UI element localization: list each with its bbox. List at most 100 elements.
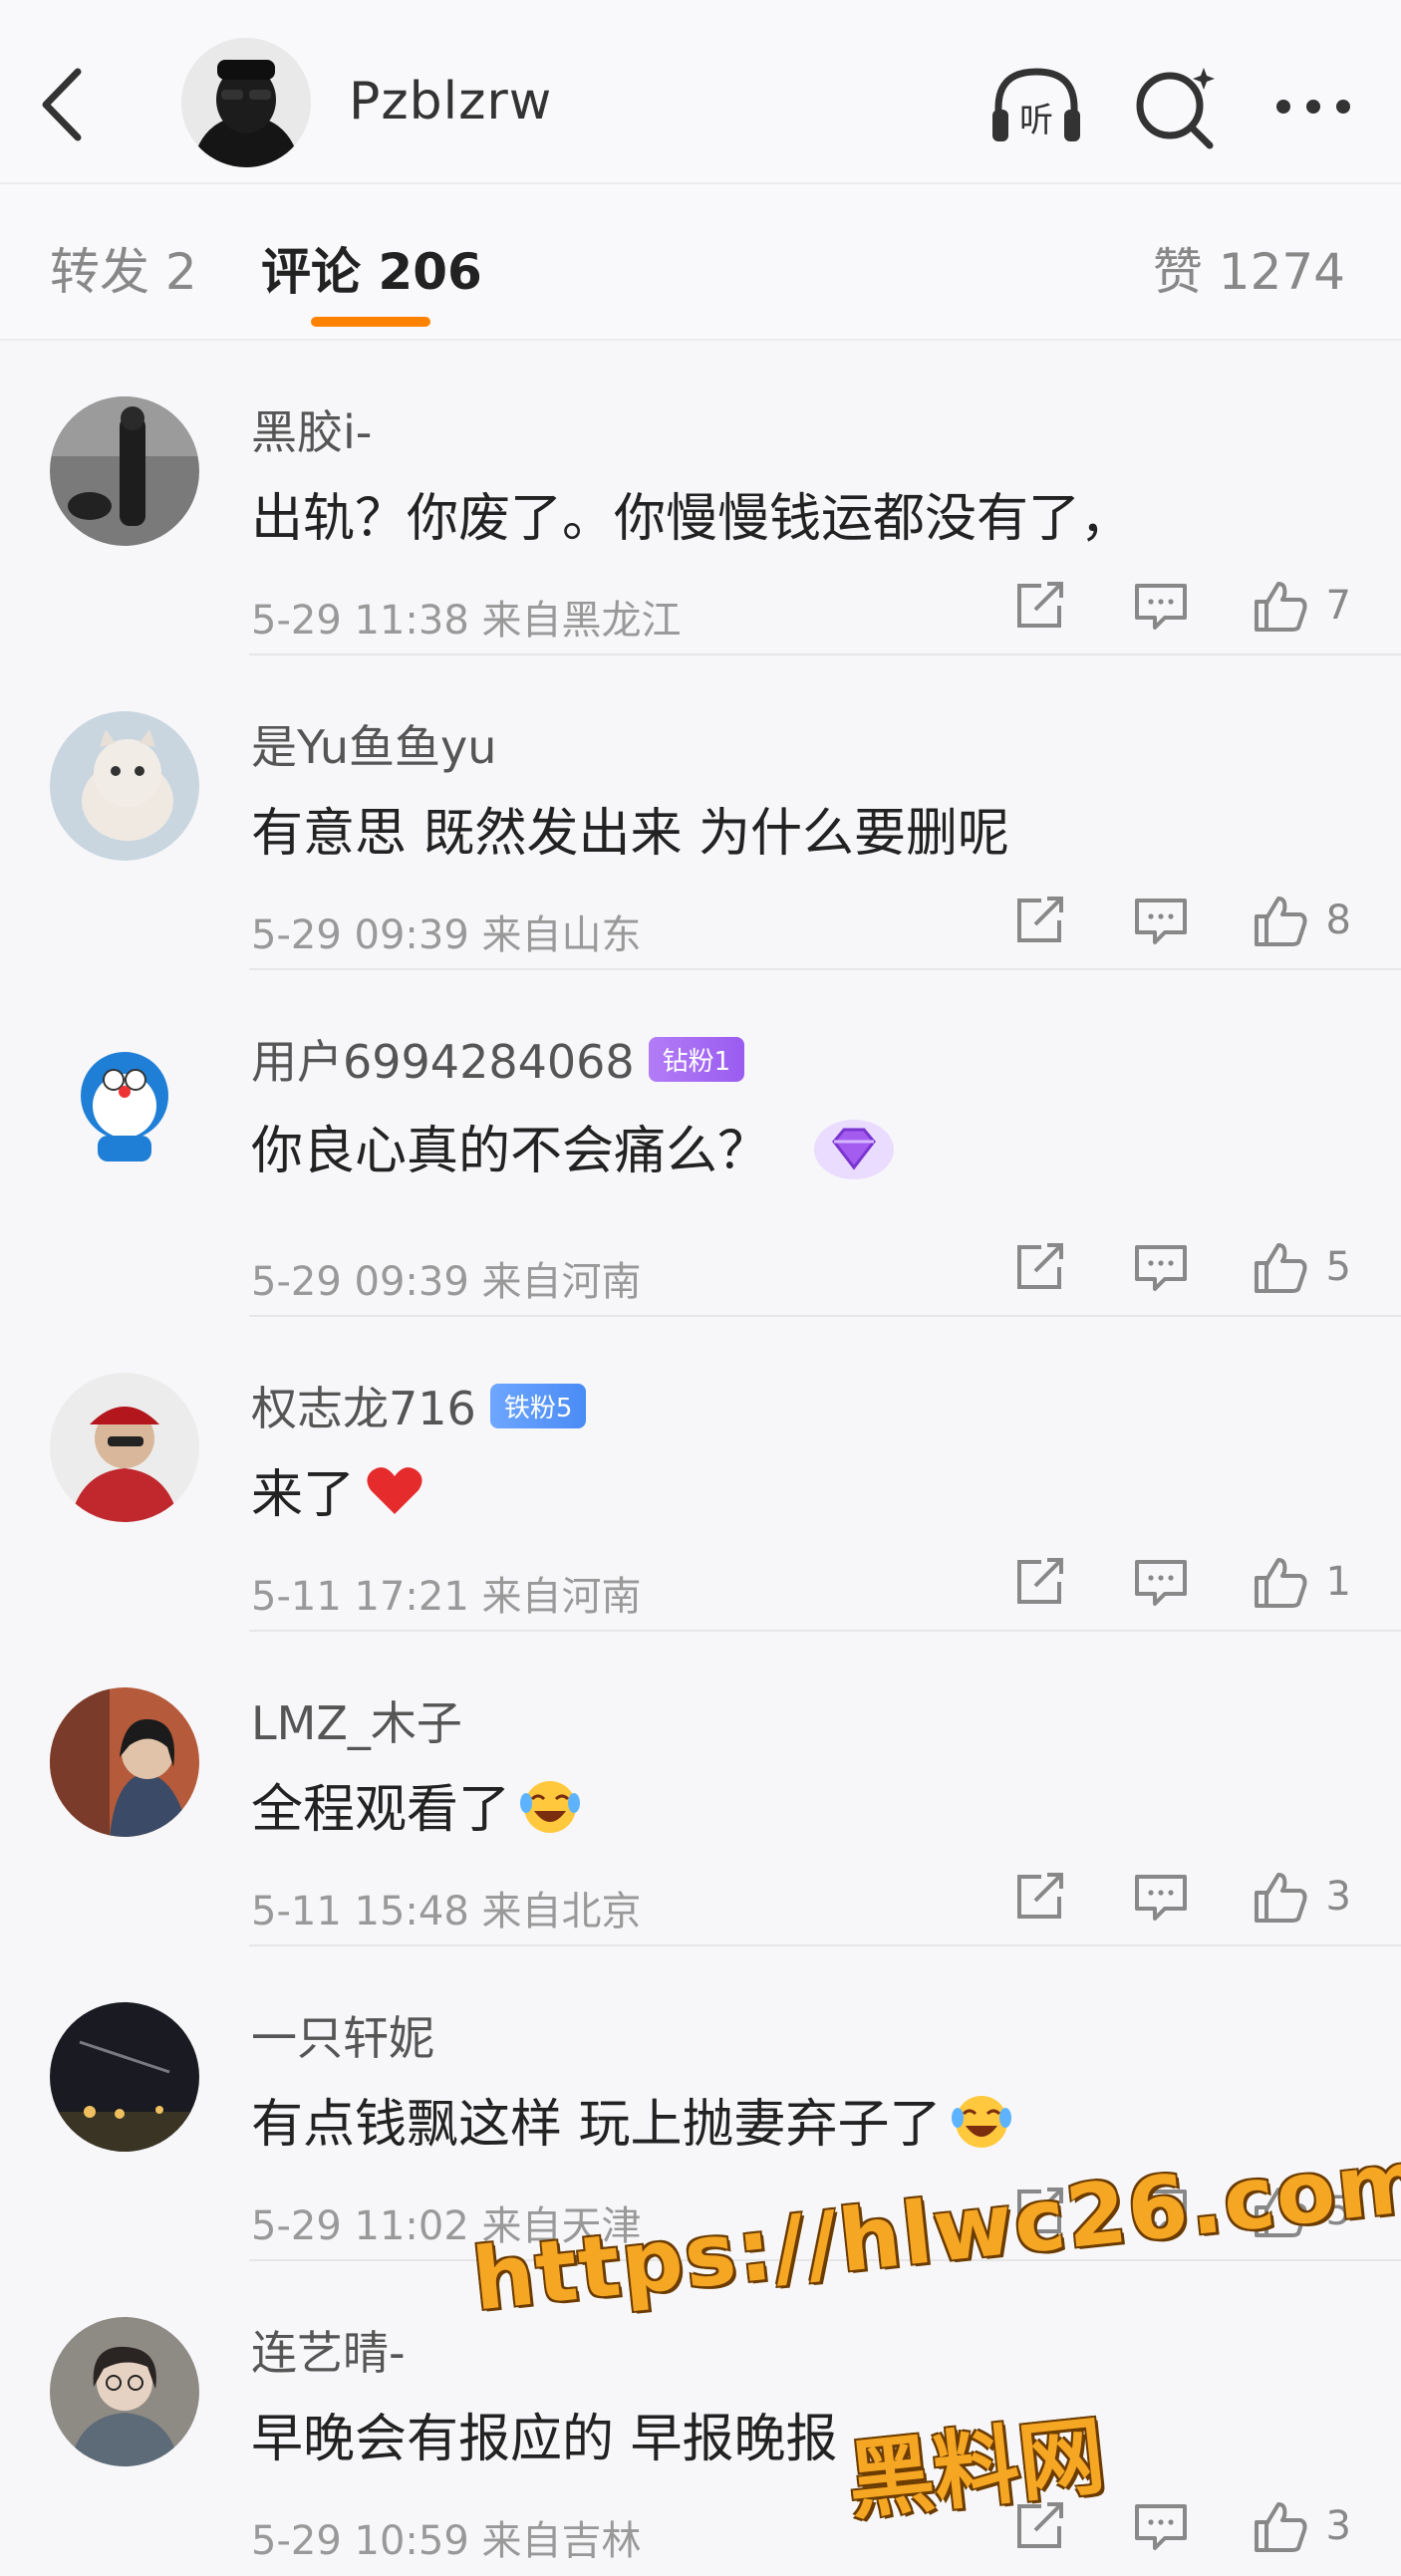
avatar[interactable] [50,2002,199,2152]
comment-tabs: 转发 2 评论 206 赞 1274 [0,184,1401,341]
more-icon [1276,100,1350,114]
reply-button[interactable] [1131,2184,1191,2239]
comment-username[interactable]: 黑胶i- [251,396,372,462]
reply-button[interactable] [1131,1869,1191,1925]
reply-button[interactable] [1131,1239,1191,1295]
reply-button[interactable] [1131,893,1191,948]
comment-item: 连艺晴- 早晚会有报应的 早报晚报 5-29 10:59 来自吉林 3 [0,2261,1401,2576]
reply-button[interactable] [1131,578,1191,634]
comment-list: 黑胶i- 出轨？你废了。你慢慢钱运都没有了， 5-29 11:38 来自黑龙江 … [0,341,1401,2576]
avatar[interactable] [50,396,199,546]
diamond-sticker-icon [809,1106,899,1185]
thumbs-up-icon [1254,1243,1307,1293]
comment-time: 5-29 10:59 [251,2518,469,2564]
comment-text: 来了 [251,1465,356,1525]
comment-location: 来自北京 [481,1889,642,1934]
share-icon [1016,897,1063,942]
back-button[interactable] [36,60,96,149]
like-button[interactable] [1251,578,1310,634]
comment-username[interactable]: 权志龙716 [251,1373,476,1438]
search-button[interactable] [1126,62,1226,151]
fan-badge[interactable]: 铁粉5 [489,1383,587,1428]
comment-text: 全程观看了 [251,1780,511,1840]
comment-icon [1134,1560,1187,1606]
avatar[interactable] [50,2317,199,2466]
share-icon [1016,1243,1063,1289]
reply-button[interactable] [1131,1554,1191,1610]
share-button[interactable] [1011,1869,1071,1925]
like-count: 3 [1325,1874,1351,1920]
like-button[interactable] [1251,1239,1310,1295]
comment-username[interactable]: 一只轩妮 [251,2002,434,2068]
comment-text: 出轨？你废了。你慢慢钱运都没有了， [251,489,1133,549]
thumbs-up-icon [1254,1558,1307,1608]
comment-time: 5-11 17:21 [251,1574,469,1620]
avatar[interactable] [50,711,199,861]
share-button[interactable] [1011,1554,1071,1610]
like-button[interactable] [1251,1554,1310,1610]
active-tab-indicator [311,317,430,327]
search-icon [1136,68,1215,149]
comment-text: 早晚会有报应的 早报晚报 [251,2410,838,2469]
comment-time: 5-29 09:39 [251,912,469,958]
comment-location: 来自山东 [481,912,642,958]
like-button[interactable] [1251,2184,1310,2239]
thumbs-up-icon [1254,1873,1307,1923]
like-count: 8 [1325,898,1351,943]
listen-label: 听 [1019,101,1053,140]
share-icon [1016,1558,1063,1604]
comment-text: 你良心真的不会痛么？ [251,1121,770,1181]
like-count: 7 [1325,583,1351,629]
share-button[interactable] [1011,893,1071,948]
comment-item: 是Yu鱼鱼yu 有意思 既然发出来 为什么要删呢 5-29 09:39 来自山东… [0,655,1401,970]
share-button[interactable] [1011,578,1071,634]
laugh-cry-emoji-icon [950,2088,1013,2152]
comment-text: 有点钱飘这样 玩上抛妻弃子了 [251,2095,942,2155]
fan-badge[interactable]: 钻粉1 [648,1036,745,1082]
share-button[interactable] [1011,1239,1071,1295]
like-button[interactable] [1251,2498,1310,2554]
comment-location: 来自河南 [481,1574,642,1620]
like-count: 5 [1325,2189,1351,2234]
listen-button[interactable]: 听 [986,62,1086,151]
more-button[interactable] [1263,62,1363,151]
share-button[interactable] [1011,2498,1071,2554]
poster-username[interactable]: Pzblzrw [349,72,552,131]
share-button[interactable] [1011,2184,1071,2239]
comment-username[interactable]: 用户6994284068 [251,1026,635,1092]
tab-likes[interactable]: 赞 1274 [1153,232,1345,304]
comment-location: 来自黑龙江 [481,598,682,644]
comment-item: 用户6994284068 钻粉1 你良心真的不会痛么？ 5-29 09:39 来… [0,970,1401,1317]
comment-item: 权志龙716 铁粉5 来了 5-11 17:21 来自河南 1 [0,1317,1401,1632]
top-bar: Pzblzrw 听 [0,0,1401,184]
share-icon [1016,1873,1063,1919]
like-count: 3 [1325,2503,1351,2549]
reply-button[interactable] [1131,2498,1191,2554]
thumbs-up-icon [1254,2502,1307,2552]
comment-text: 有意思 既然发出来 为什么要删呢 [251,804,1010,864]
poster-avatar[interactable] [181,38,311,167]
comment-icon [1134,1245,1187,1291]
tab-repost[interactable]: 转发 2 [50,232,197,304]
laugh-cry-emoji-icon [518,1773,582,1837]
comment-item: 黑胶i- 出轨？你废了。你慢慢钱运都没有了， 5-29 11:38 来自黑龙江 … [0,341,1401,655]
comment-icon [1134,2190,1187,2235]
avatar[interactable] [50,1026,199,1175]
listen-headphones-icon: 听 [992,68,1080,141]
like-button[interactable] [1251,1869,1310,1925]
comment-username[interactable]: 连艺晴- [251,2317,406,2383]
comment-username[interactable]: LMZ_木子 [251,1687,462,1753]
avatar[interactable] [50,1373,199,1522]
tab-comments[interactable]: 评论 206 [261,232,482,304]
share-icon [1016,2188,1063,2233]
avatar[interactable] [50,1687,199,1837]
like-button[interactable] [1251,893,1310,948]
share-icon [1016,582,1063,628]
comment-location: 来自天津 [481,2203,642,2249]
comment-username[interactable]: 是Yu鱼鱼yu [251,711,496,777]
back-icon [42,68,82,141]
comment-location: 来自吉林 [481,2518,642,2564]
thumbs-up-icon [1254,897,1307,946]
comment-time: 5-11 15:48 [251,1889,469,1934]
like-count: 5 [1325,1244,1351,1290]
